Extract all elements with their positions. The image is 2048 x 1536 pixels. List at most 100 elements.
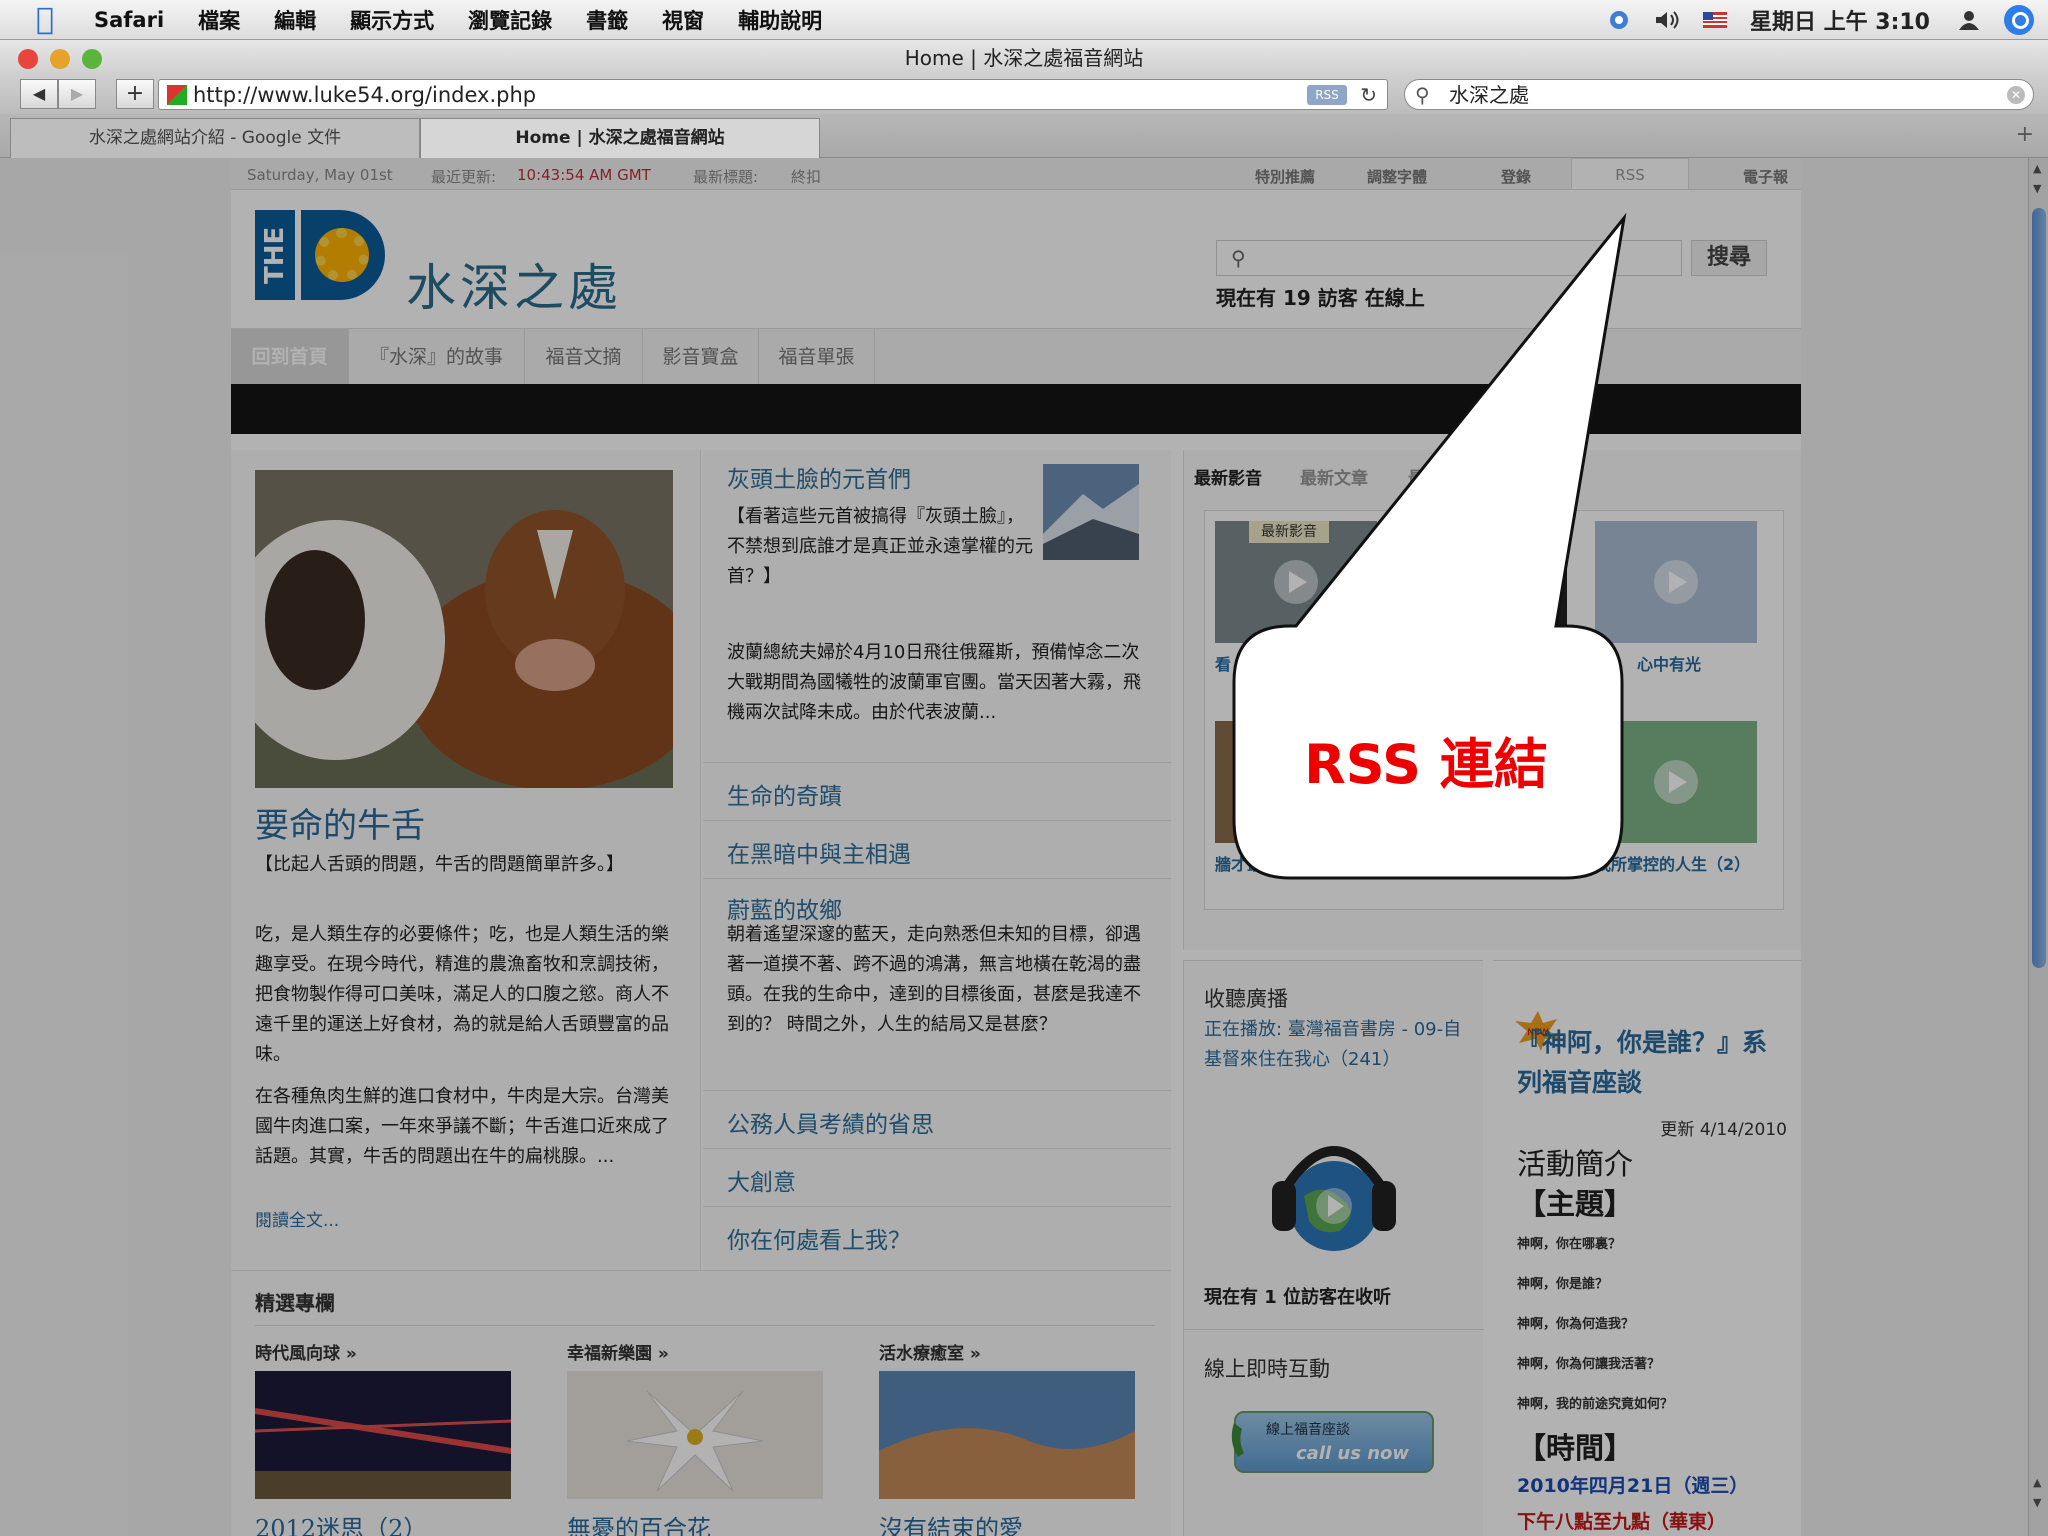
scroll-down-icon[interactable]: ▼ — [2033, 182, 2045, 195]
event-topic-5: 神啊，我的前途究竟如何？ — [1517, 1397, 1674, 1412]
menu-app-safari[interactable]: Safari — [94, 8, 164, 32]
article-item-2[interactable]: 生命的奇蹟 — [703, 762, 1171, 820]
wifi-icon[interactable] — [1606, 9, 1632, 31]
article-item-7[interactable]: 你在何處看上我？ — [703, 1206, 1171, 1270]
scroll-thumb[interactable] — [2032, 208, 2046, 968]
link-font-size[interactable]: 調整字體 — [1367, 166, 1427, 187]
apple-menu-icon[interactable]:  — [30, 4, 60, 35]
media-tab-latest-video[interactable]: 最新影音 — [1194, 464, 1262, 489]
rss-link[interactable]: RSS — [1571, 158, 1689, 190]
video-thumb-2[interactable] — [1405, 521, 1567, 643]
add-bookmark-button[interactable]: + — [116, 79, 154, 109]
article-item-6[interactable]: 大創意 — [703, 1148, 1171, 1206]
video-caption-1[interactable]: 看 — [1215, 651, 1231, 675]
input-source-flag-icon[interactable] — [1702, 9, 1728, 31]
radio-listeners: 現在有 1 位訪客在收听 — [1204, 1287, 1392, 1308]
video-caption-4[interactable]: 牆才最大 — [1215, 851, 1279, 875]
radio-headphones-icon[interactable] — [1264, 1111, 1404, 1261]
menu-window[interactable]: 視窗 — [662, 5, 704, 35]
column-image-2[interactable] — [567, 1371, 823, 1499]
clear-search-icon[interactable]: ✕ — [2007, 86, 2025, 104]
cow-photo[interactable] — [255, 470, 673, 788]
feature-title[interactable]: 要命的牛舌 — [255, 798, 425, 847]
video-thumb-6[interactable] — [1595, 721, 1757, 843]
latest-value[interactable]: 終扣 — [791, 166, 821, 187]
rss-badge-button[interactable]: RSS — [1307, 85, 1347, 105]
column-title-1[interactable]: 2012迷思（2） — [255, 1509, 427, 1536]
site-search-input[interactable]: ⚲ — [1216, 240, 1682, 276]
zoom-window-icon[interactable] — [82, 49, 102, 69]
updated-time: 10:43:54 AM GMT — [517, 166, 651, 184]
media-tab-latest-articles[interactable]: 最新文章 — [1300, 464, 1368, 489]
user-icon[interactable] — [1956, 9, 1982, 31]
nav-media-box[interactable]: 影音寶盒 — [643, 329, 759, 385]
tab-google-docs[interactable]: 水深之處網站介紹 - Google 文件 — [10, 118, 420, 158]
link-login[interactable]: 登錄 — [1501, 166, 1531, 187]
media-tab-most-viewed[interactable]: 最多點閱 — [1408, 464, 1476, 489]
menu-view[interactable]: 顯示方式 — [350, 5, 434, 35]
nav-band — [231, 384, 1801, 434]
site-logo[interactable]: THE — [255, 210, 385, 300]
nav-story[interactable]: 『水深』的故事 — [349, 329, 525, 385]
video-thumb-3[interactable] — [1595, 521, 1757, 643]
feature-para-2: 在各種魚肉生鮮的進口食材中，牛肉是大宗。台灣美國牛肉進口案，一年來爭議不斷；牛舌… — [255, 1086, 669, 1167]
page-scrollbar[interactable]: ▲ ▼ ▲ ▼ — [2028, 158, 2048, 1536]
column-image-1[interactable] — [255, 1371, 511, 1499]
nav-home[interactable]: 回到首頁 — [231, 329, 349, 385]
column-title-3[interactable]: 沒有結束的愛 — [879, 1509, 1023, 1536]
logo-gear-icon — [315, 228, 369, 282]
event-title[interactable]: 『神阿，你是誰？』系列福音座談 — [1517, 1023, 1787, 1103]
address-bar[interactable]: http://www.luke54.org/index.php RSS ↻ — [158, 79, 1388, 110]
menubar-clock[interactable]: 星期日 上午 3:10 — [1750, 4, 1930, 36]
feature-para-1: 吃，是人類生存的必要條件；吃，也是人類生活的樂趣享受。在現今時代，精進的農漁畜牧… — [255, 924, 669, 1065]
call-sub: call us now — [1296, 1443, 1410, 1464]
article-item-5[interactable]: 公務人員考績的省思 — [703, 1090, 1171, 1148]
forward-button[interactable]: ▶ — [58, 79, 96, 109]
new-tab-button[interactable]: + — [2016, 122, 2034, 147]
radio-now-playing[interactable]: 正在播放: 臺灣福音書房 - 09-自基督來住在我心（241） — [1204, 1015, 1464, 1075]
close-window-icon[interactable] — [18, 49, 38, 69]
event-date: 2010年四月21日（週三） — [1517, 1475, 1749, 1497]
site-topstrip: Saturday, May 01st 最近更新: 10:43:54 AM GMT… — [231, 158, 1801, 190]
feature-article: 要命的牛舌 【比起人舌頭的問題，牛舌的問題簡單許多。】 吃，是人類生存的必要條件… — [231, 450, 701, 1270]
reload-icon[interactable]: ↻ — [1360, 80, 1377, 110]
scroll-down-bottom-icon[interactable]: ▼ — [2033, 1496, 2045, 1509]
link-newsletter[interactable]: 電子報 — [1743, 166, 1788, 187]
column-cat-2[interactable]: 幸福新樂園 » — [567, 1339, 669, 1364]
menu-help[interactable]: 輔助說明 — [738, 5, 822, 35]
scroll-up-icon[interactable]: ▲ — [2033, 162, 2045, 175]
feature-readmore-link[interactable]: 閱讀全文... — [255, 1206, 339, 1231]
minimize-window-icon[interactable] — [50, 49, 70, 69]
column-image-3[interactable] — [879, 1371, 1135, 1499]
browser-search-field[interactable]: ⚲ 水深之處 ✕ — [1404, 79, 2034, 110]
menu-edit[interactable]: 編輯 — [274, 5, 316, 35]
call-us-button[interactable]: 線上福音座談 call us now — [1231, 1411, 1434, 1473]
video-caption-3[interactable]: 心中有光 — [1637, 651, 1701, 675]
nav-gospel-digest[interactable]: 福音文摘 — [525, 329, 643, 385]
menu-history[interactable]: 瀏覽記錄 — [468, 5, 552, 35]
video-caption-6[interactable]: 我所掌控的人生（2） — [1595, 851, 1765, 875]
tab-home[interactable]: Home | 水深之處福音網站 — [420, 118, 820, 158]
featured-columns: 精選專欄 時代風向球 » 幸福新樂園 » 活水療癒室 » 2012迷思（2） 無… — [231, 1270, 1171, 1536]
article-item-4-title[interactable]: 蔚藍的故鄉 — [703, 878, 1171, 926]
scroll-up-bottom-icon[interactable]: ▲ — [2033, 1476, 2045, 1489]
web-viewport: Saturday, May 01st 最近更新: 10:43:54 AM GMT… — [0, 158, 2028, 1536]
article-item-3[interactable]: 在黑暗中與主相遇 — [703, 820, 1171, 878]
site-search-button[interactable]: 搜尋 — [1691, 240, 1767, 276]
menu-file[interactable]: 檔案 — [198, 5, 240, 35]
back-button[interactable]: ◀ — [20, 79, 58, 109]
online-visitors: 現在有 19 訪客 在線上 — [1216, 286, 1425, 310]
mountain-thumbnail[interactable] — [1043, 464, 1139, 560]
spotlight-icon[interactable] — [2004, 5, 2034, 35]
menu-bookmarks[interactable]: 書籤 — [586, 5, 628, 35]
site-nav: 回到首頁 『水深』的故事 福音文摘 影音寶盒 福音單張 — [231, 328, 1801, 385]
nav-tracts[interactable]: 福音單張 — [759, 329, 875, 385]
search-icon: ⚲ — [1415, 83, 1430, 107]
radio-title: 收聽廣播 — [1204, 987, 1288, 1011]
column-cat-1[interactable]: 時代風向球 » — [255, 1339, 357, 1364]
column-cat-3[interactable]: 活水療癒室 » — [879, 1339, 981, 1364]
column-title-2[interactable]: 無憂的百合花 — [567, 1509, 711, 1536]
volume-icon[interactable] — [1654, 9, 1680, 31]
event-intro-heading: 活動簡介 — [1517, 1147, 1634, 1181]
link-featured[interactable]: 特別推薦 — [1255, 166, 1315, 187]
